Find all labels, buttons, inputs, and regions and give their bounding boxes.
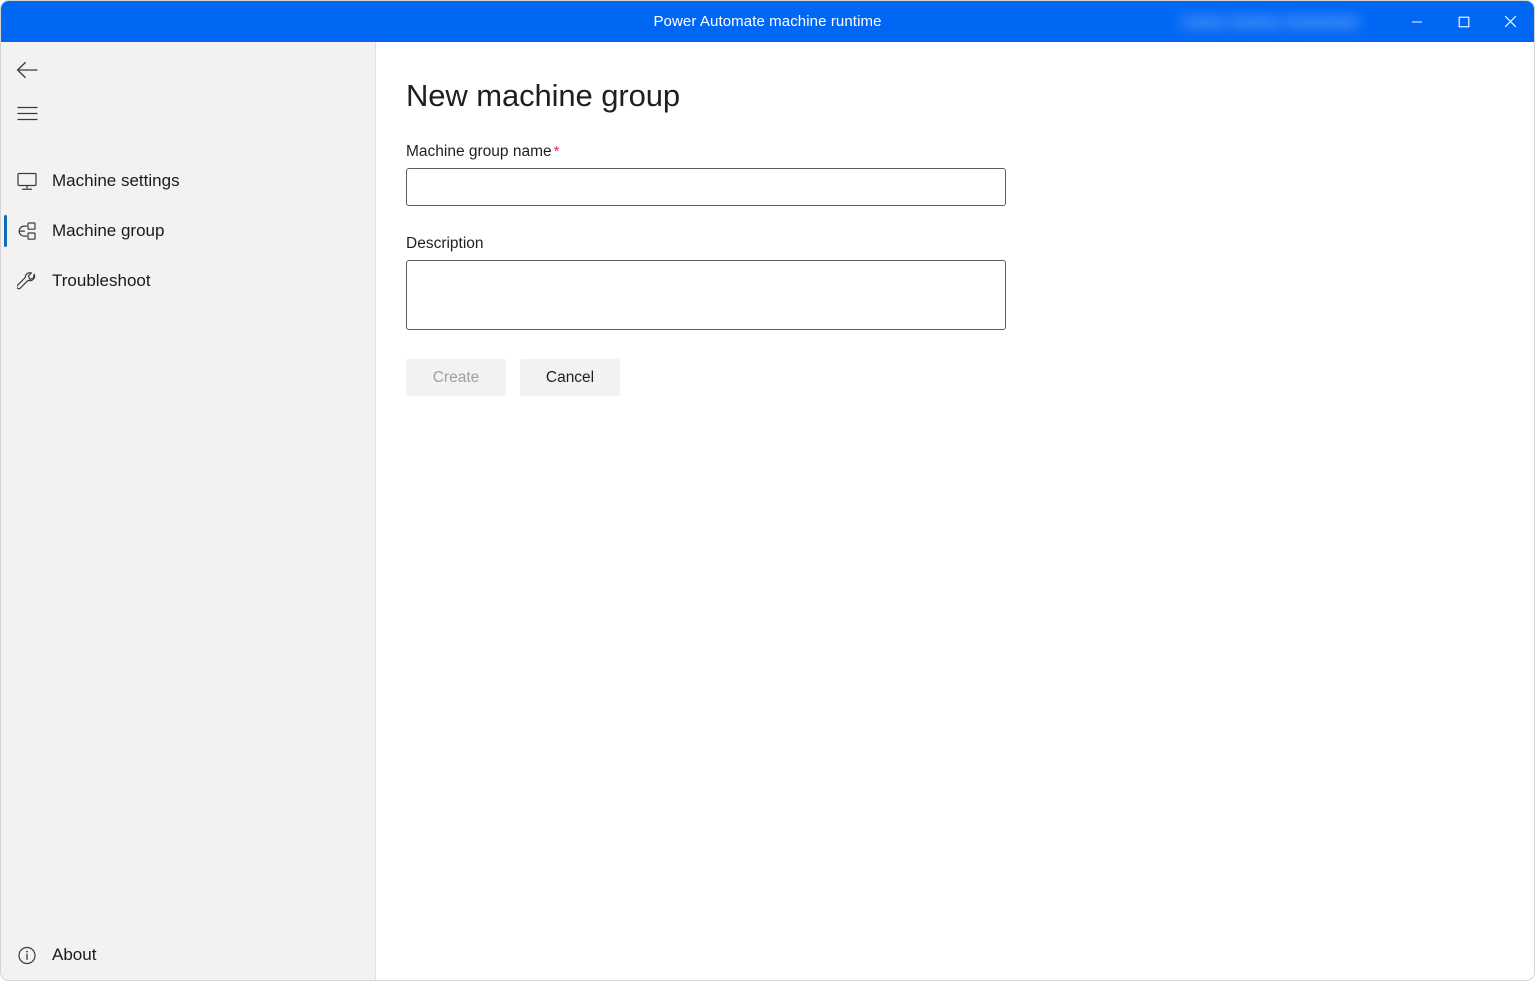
form-actions: Create Cancel	[406, 359, 1534, 396]
hamburger-icon	[17, 106, 38, 126]
main-content: New machine group Machine group name * De…	[376, 42, 1534, 980]
description-field-group: Description	[406, 235, 1534, 330]
sidebar-top-controls	[1, 42, 375, 138]
cancel-button[interactable]: Cancel	[520, 359, 620, 396]
app-window: Power Automate machine runtime Aaaaa Aaa…	[0, 0, 1535, 981]
sidebar-item-troubleshoot[interactable]: Troubleshoot	[1, 256, 375, 306]
user-identity-redacted: Aaaaa Aaaaaa Aaaaaaaaa	[1180, 13, 1359, 30]
sidebar-nav-list: Machine settings Machine group Troublesh…	[1, 156, 375, 306]
sidebar-item-machine-group[interactable]: Machine group	[1, 206, 375, 256]
sidebar-bottom: About	[1, 930, 375, 980]
required-asterisk: *	[553, 143, 560, 160]
hamburger-menu-button[interactable]	[3, 94, 51, 138]
title-bar: Power Automate machine runtime Aaaaa Aaa…	[1, 1, 1534, 42]
sidebar-item-machine-settings[interactable]: Machine settings	[1, 156, 375, 206]
back-button[interactable]	[3, 50, 51, 94]
sidebar-item-label: About	[52, 945, 97, 964]
close-icon	[1504, 15, 1517, 28]
machine-group-name-field-group: Machine group name *	[406, 143, 1534, 206]
back-arrow-icon	[16, 61, 39, 84]
page-title: New machine group	[406, 78, 681, 113]
info-icon	[17, 946, 43, 965]
sidebar: Machine settings Machine group Troublesh…	[1, 42, 376, 980]
machine-group-name-label: Machine group name *	[406, 143, 1534, 161]
close-button[interactable]	[1487, 1, 1534, 42]
window-controls	[1393, 1, 1534, 42]
new-machine-group-form: Machine group name * Description Create C…	[376, 143, 1534, 396]
maximize-icon	[1458, 16, 1470, 28]
machine-group-name-input[interactable]	[406, 168, 1006, 206]
sidebar-item-label: Machine settings	[52, 171, 180, 190]
machine-group-name-label-text: Machine group name	[406, 143, 552, 160]
description-input[interactable]	[406, 260, 1006, 330]
maximize-button[interactable]	[1440, 1, 1487, 42]
minimize-icon	[1411, 16, 1423, 28]
description-label: Description	[406, 235, 484, 252]
sidebar-item-label: Machine group	[52, 221, 165, 240]
monitor-icon	[17, 172, 43, 191]
sidebar-item-about[interactable]: About	[1, 930, 375, 980]
create-button[interactable]: Create	[406, 359, 506, 396]
machine-group-icon	[17, 221, 43, 241]
wrench-icon	[17, 271, 43, 291]
sidebar-item-label: Troubleshoot	[52, 271, 151, 290]
minimize-button[interactable]	[1393, 1, 1440, 42]
